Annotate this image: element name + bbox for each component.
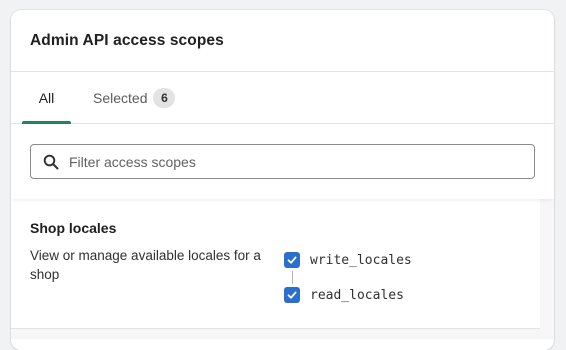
scope-group-description: View or manage available locales for a s…: [30, 248, 261, 282]
tab-selected-label: Selected: [93, 89, 148, 106]
checkmark-icon: [287, 291, 297, 299]
selected-count-badge: 6: [153, 87, 176, 108]
card-header: Admin API access scopes: [11, 10, 554, 72]
scope-tabs: All Selected 6: [11, 72, 554, 124]
search-input[interactable]: [67, 152, 511, 171]
search-area: [11, 124, 554, 199]
tab-all-label: All: [38, 89, 55, 106]
search-icon: [43, 154, 59, 169]
scope-name: read_locales: [310, 287, 404, 303]
write-locales-checkbox[interactable]: [284, 252, 300, 268]
scope-group-title: Shop locales: [30, 220, 117, 236]
scope-list: Shop locales View or manage available lo…: [11, 199, 554, 339]
scope-read-locales[interactable]: read_locales: [284, 287, 404, 303]
tab-all[interactable]: All: [22, 72, 71, 124]
read-locales-checkbox[interactable]: [284, 287, 300, 303]
tab-selected[interactable]: Selected 6: [93, 72, 176, 123]
scope-write-locales[interactable]: write_locales: [284, 252, 412, 268]
checkmark-icon: [287, 256, 297, 264]
scope-name: write_locales: [310, 252, 412, 268]
scope-connector-line: [292, 271, 293, 284]
card-title: Admin API access scopes: [30, 31, 224, 49]
search-field[interactable]: [30, 144, 535, 179]
access-scopes-card: Admin API access scopes All Selected 6 S…: [11, 10, 554, 350]
scope-group-shop-locales: Shop locales View or manage available lo…: [11, 199, 540, 329]
